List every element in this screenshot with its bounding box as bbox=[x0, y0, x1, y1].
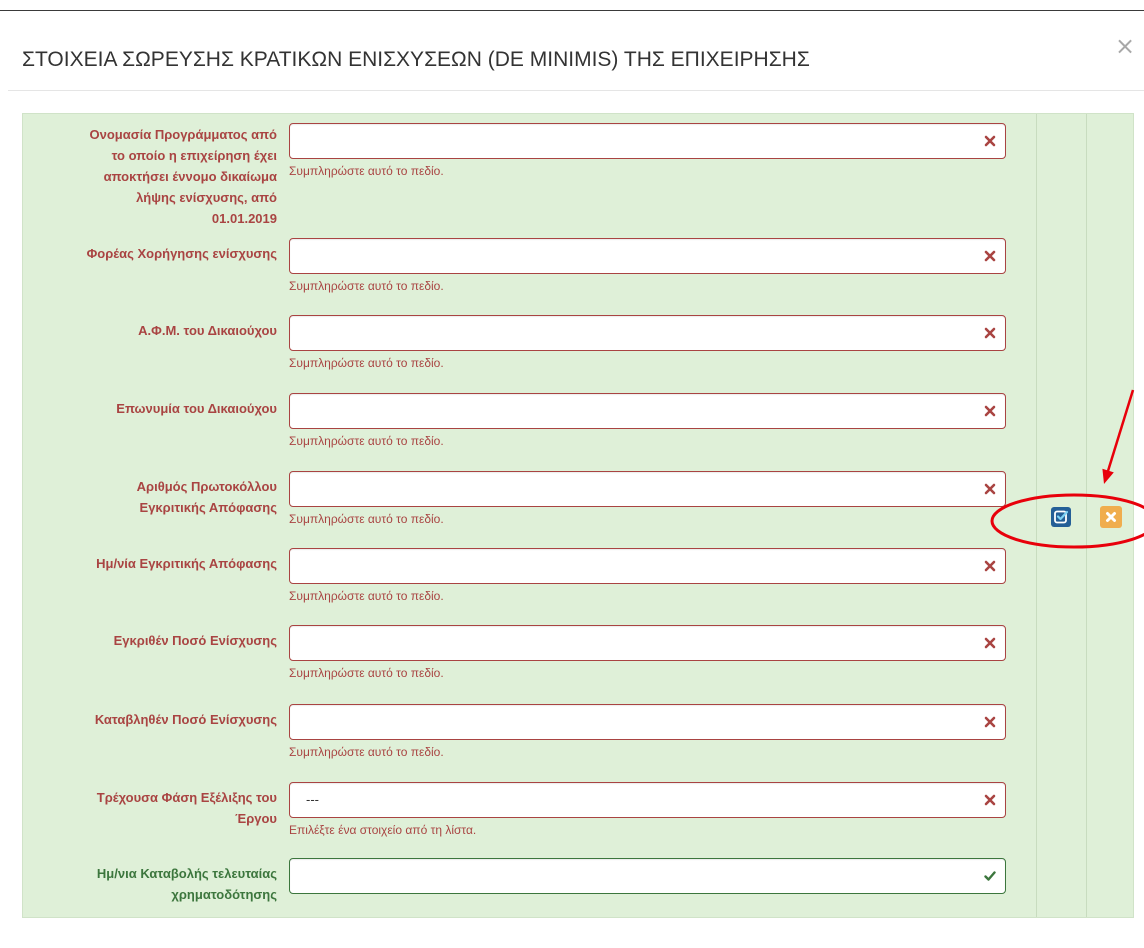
decision-protocol-number-label: Αριθμός Πρωτοκόλλου Εγκριτικής Απόφασης bbox=[23, 476, 277, 518]
project-phase-select[interactable]: --- bbox=[289, 782, 1006, 818]
label-line: Εγκριθέν Ποσό Ενίσχυσης bbox=[113, 633, 277, 648]
decision-protocol-number-control bbox=[289, 471, 1006, 507]
granting-body-control bbox=[289, 238, 1006, 274]
granting-body-label: Φορέας Χορήγησης ενίσχυσης bbox=[23, 243, 277, 264]
error-x-icon bbox=[984, 483, 996, 495]
form-row-granting-body: Φορέας Χορήγησης ενίσχυσης Συμπληρώστε α… bbox=[23, 238, 1023, 298]
error-x-icon bbox=[984, 405, 996, 417]
program-name-input[interactable] bbox=[289, 123, 1006, 159]
decision-date-label: Ημ/νία Εγκριτικής Απόφασης bbox=[23, 553, 277, 574]
error-x-icon bbox=[984, 560, 996, 572]
success-check-icon bbox=[984, 871, 996, 881]
modal-title: ΣΤΟΙΧΕΙΑ ΣΩΡΕΥΣΗΣ ΚΡΑΤΙΚΩΝ ΕΝΙΣΧΥΣΕΩΝ (D… bbox=[22, 48, 810, 71]
validation-message: Συμπληρώστε αυτό το πεδίο. bbox=[289, 356, 444, 370]
label-line: Τρέχουσα Φάση Εξέλιξης του bbox=[96, 790, 277, 805]
paid-amount-input[interactable] bbox=[289, 704, 1006, 740]
form-row-program-name: Ονομασία Προγράμματος από το οποίο η επι… bbox=[23, 123, 1023, 226]
column-divider bbox=[1036, 114, 1037, 917]
paid-amount-label: Καταβληθέν Ποσό Ενίσχυσης bbox=[23, 709, 277, 730]
error-x-icon bbox=[984, 716, 996, 728]
error-x-icon bbox=[984, 250, 996, 262]
decision-date-control bbox=[289, 548, 1006, 584]
error-x-icon bbox=[984, 327, 996, 339]
program-name-control bbox=[289, 123, 1006, 159]
program-name-label: Ονομασία Προγράμματος από το οποίο η επι… bbox=[23, 124, 277, 229]
last-payment-date-control bbox=[289, 858, 1006, 894]
approved-amount-label: Εγκριθέν Ποσό Ενίσχυσης bbox=[23, 630, 277, 651]
label-line: Ημ/νια Καταβολής τελευταίας bbox=[96, 866, 277, 881]
label-line: Επωνυμία του Δικαιούχου bbox=[116, 401, 277, 416]
label-line: λήψης ενίσχυσης, από bbox=[136, 190, 277, 205]
validation-message: Συμπληρώστε αυτό το πεδίο. bbox=[289, 512, 444, 526]
column-divider bbox=[1086, 114, 1087, 917]
validation-message: Συμπληρώστε αυτό το πεδίο. bbox=[289, 589, 444, 603]
header-divider bbox=[8, 90, 1144, 91]
validation-message: Συμπληρώστε αυτό το πεδίο. bbox=[289, 745, 444, 759]
window-top-border bbox=[0, 10, 1144, 11]
delete-icon bbox=[1100, 506, 1122, 528]
beneficiary-vat-input[interactable] bbox=[289, 315, 1006, 351]
label-line: αποκτήσει έννομο δικαίωμα bbox=[103, 169, 277, 184]
last-payment-date-input[interactable] bbox=[289, 858, 1006, 894]
validation-message: Συμπληρώστε αυτό το πεδίο. bbox=[289, 434, 444, 448]
validation-message: Συμπληρώστε αυτό το πεδίο. bbox=[289, 666, 444, 680]
label-line: χρηματοδότησης bbox=[171, 887, 277, 902]
label-line: Εγκριτικής Απόφασης bbox=[139, 500, 277, 515]
de-minimis-record-panel: Ονομασία Προγράμματος από το οποίο η επι… bbox=[22, 113, 1134, 918]
error-x-icon bbox=[984, 637, 996, 649]
beneficiary-vat-control bbox=[289, 315, 1006, 351]
form-row-approved-amount: Εγκριθέν Ποσό Ενίσχυσης Συμπληρώστε αυτό… bbox=[23, 625, 1023, 685]
validation-message: Συμπληρώστε αυτό το πεδίο. bbox=[289, 164, 444, 178]
validation-message: Συμπληρώστε αυτό το πεδίο. bbox=[289, 279, 444, 293]
label-line: Αριθμός Πρωτοκόλλου bbox=[136, 479, 277, 494]
project-phase-label: Τρέχουσα Φάση Εξέλιξης του Έργου bbox=[23, 787, 277, 829]
approved-amount-input[interactable] bbox=[289, 625, 1006, 661]
label-line: Α.Φ.Μ. του Δικαιούχου bbox=[138, 323, 277, 338]
approved-amount-control bbox=[289, 625, 1006, 661]
beneficiary-name-control bbox=[289, 393, 1006, 429]
label-line: Έργου bbox=[235, 811, 277, 826]
edit-icon bbox=[1051, 507, 1071, 527]
form-row-paid-amount: Καταβληθέν Ποσό Ενίσχυσης Συμπληρώστε αυ… bbox=[23, 704, 1023, 764]
label-line: Φορέας Χορήγησης ενίσχυσης bbox=[86, 246, 277, 261]
validation-message: Επιλέξτε ένα στοιχείο από τη λίστα. bbox=[289, 823, 477, 837]
close-icon: × bbox=[1114, 32, 1136, 60]
close-button[interactable]: × bbox=[1112, 33, 1138, 59]
project-phase-control: --- bbox=[289, 782, 1006, 818]
beneficiary-vat-label: Α.Φ.Μ. του Δικαιούχου bbox=[23, 320, 277, 341]
form-row-beneficiary-name: Επωνυμία του Δικαιούχου Συμπληρώστε αυτό… bbox=[23, 393, 1023, 453]
selected-option: --- bbox=[306, 792, 319, 807]
edit-button[interactable] bbox=[1051, 507, 1071, 527]
decision-date-input[interactable] bbox=[289, 548, 1006, 584]
error-x-icon bbox=[984, 794, 996, 806]
label-line: Καταβληθέν Ποσό Ενίσχυσης bbox=[94, 712, 277, 727]
paid-amount-control bbox=[289, 704, 1006, 740]
form-row-beneficiary-vat: Α.Φ.Μ. του Δικαιούχου Συμπληρώστε αυτό τ… bbox=[23, 315, 1023, 375]
label-line: το οποίο η επιχείρηση έχει bbox=[111, 148, 277, 163]
label-line: Ημ/νία Εγκριτικής Απόφασης bbox=[96, 556, 277, 571]
delete-button[interactable] bbox=[1100, 506, 1122, 528]
form-row-project-phase: Τρέχουσα Φάση Εξέλιξης του Έργου --- Επι… bbox=[23, 782, 1023, 842]
granting-body-input[interactable] bbox=[289, 238, 1006, 274]
form-row-last-payment-date: Ημ/νια Καταβολής τελευταίας χρηματοδότησ… bbox=[23, 858, 1023, 918]
label-line: Ονομασία Προγράμματος από bbox=[89, 127, 277, 142]
label-line: 01.01.2019 bbox=[211, 211, 277, 226]
error-x-icon bbox=[984, 135, 996, 147]
decision-protocol-number-input[interactable] bbox=[289, 471, 1006, 507]
last-payment-date-label: Ημ/νια Καταβολής τελευταίας χρηματοδότησ… bbox=[23, 863, 277, 905]
beneficiary-name-input[interactable] bbox=[289, 393, 1006, 429]
beneficiary-name-label: Επωνυμία του Δικαιούχου bbox=[23, 398, 277, 419]
form-row-decision-date: Ημ/νία Εγκριτικής Απόφασης Συμπληρώστε α… bbox=[23, 548, 1023, 608]
form-row-decision-protocol-number: Αριθμός Πρωτοκόλλου Εγκριτικής Απόφασης … bbox=[23, 471, 1023, 531]
